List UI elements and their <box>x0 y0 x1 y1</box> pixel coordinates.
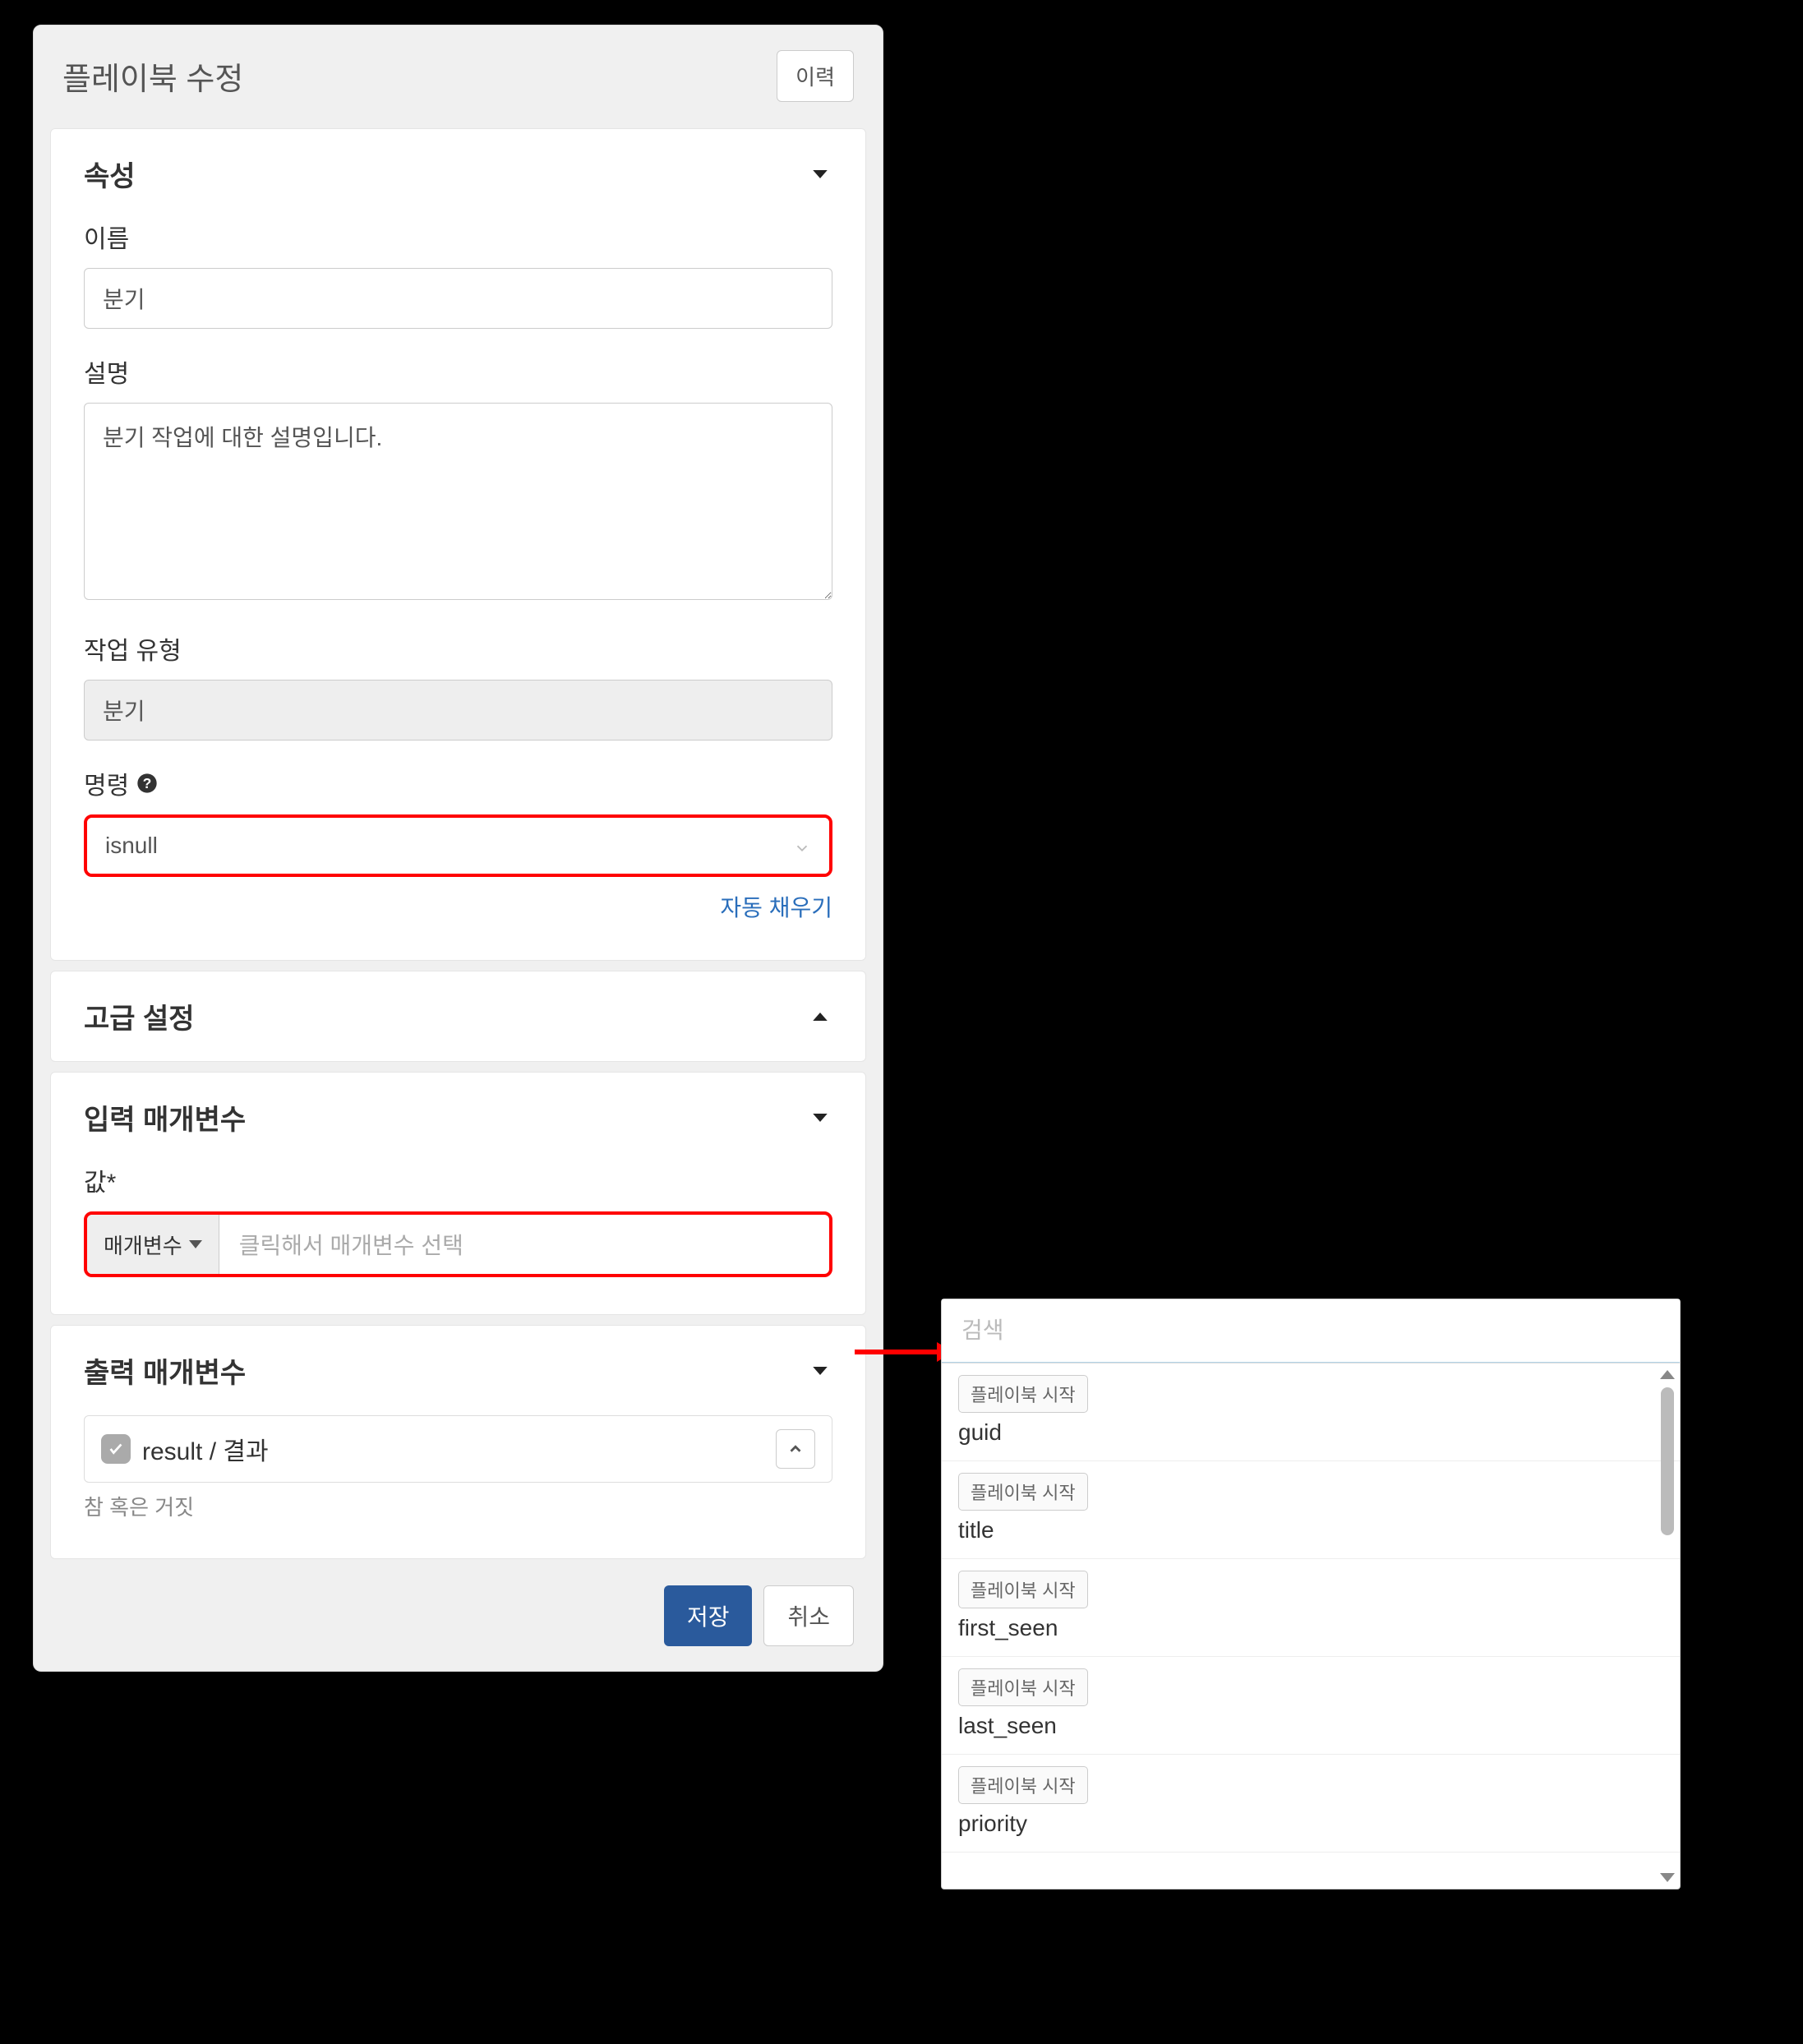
command-label-text: 명령 <box>84 765 129 801</box>
advanced-header[interactable]: 고급 설정 <box>84 996 832 1036</box>
result-name: title <box>958 1517 1663 1543</box>
result-name: last_seen <box>958 1713 1663 1739</box>
param-type-dropdown[interactable]: 매개변수 <box>87 1215 219 1274</box>
collapse-output-button[interactable] <box>776 1429 815 1469</box>
attributes-card: 속성 이름 설명 작업 유형 명령 ? <box>50 128 866 961</box>
param-result-item[interactable]: 플레이북 시작 title <box>942 1461 1680 1559</box>
command-value: isnull <box>105 833 158 859</box>
advanced-card: 고급 설정 <box>50 971 866 1062</box>
name-label: 이름 <box>84 219 832 255</box>
autofill-link[interactable]: 자동 채우기 <box>720 895 832 920</box>
type-field: 작업 유형 <box>84 630 832 741</box>
advanced-title: 고급 설정 <box>84 996 195 1036</box>
name-field: 이름 <box>84 219 832 329</box>
result-badge: 플레이북 시작 <box>958 1375 1088 1413</box>
desc-field: 설명 <box>84 353 832 606</box>
save-button[interactable]: 저장 <box>664 1585 753 1646</box>
cancel-button[interactable]: 취소 <box>763 1585 854 1646</box>
result-badge: 플레이북 시작 <box>958 1473 1088 1511</box>
input-params-card: 입력 매개변수 값* 매개변수 클릭해서 매개변수 선택 <box>50 1072 866 1315</box>
check-icon <box>101 1434 131 1464</box>
output-params-title: 출력 매개변수 <box>84 1350 246 1391</box>
param-result-item[interactable]: 플레이북 시작 first_seen <box>942 1559 1680 1657</box>
svg-text:?: ? <box>143 775 152 791</box>
result-badge: 플레이북 시작 <box>958 1766 1088 1804</box>
param-type-label: 매개변수 <box>104 1230 182 1260</box>
result-badge: 플레이북 시작 <box>958 1571 1088 1608</box>
scroll-up-icon[interactable] <box>1660 1370 1675 1379</box>
attributes-title: 속성 <box>84 154 136 194</box>
result-name: priority <box>958 1811 1663 1837</box>
result-badge: 플레이북 시작 <box>958 1668 1088 1706</box>
panel-title: 플레이북 수정 <box>62 53 243 99</box>
chevron-down-icon <box>808 1105 832 1130</box>
edit-playbook-panel: 플레이북 수정 이력 속성 이름 설명 작업 유형 명령 ? <box>33 25 883 1672</box>
output-result-row: result / 결과 <box>84 1415 832 1483</box>
param-result-list[interactable]: 플레이북 시작 guid 플레이북 시작 title 플레이북 시작 first_seen… <box>942 1363 1680 1889</box>
input-params-title: 입력 매개변수 <box>84 1097 246 1137</box>
type-input <box>84 680 832 741</box>
command-field: 명령 ? isnull 자동 채우기 <box>84 765 832 923</box>
chevron-up-icon <box>808 1004 832 1029</box>
param-search-input[interactable] <box>942 1299 1680 1363</box>
scroll-thumb[interactable] <box>1661 1387 1674 1535</box>
type-label: 작업 유형 <box>84 630 832 667</box>
name-input[interactable] <box>84 268 832 329</box>
chevron-down-icon <box>793 837 811 855</box>
desc-textarea[interactable] <box>84 403 832 600</box>
output-result-name: result / 결과 <box>142 1431 269 1467</box>
input-params-header[interactable]: 입력 매개변수 <box>84 1097 832 1137</box>
value-label: 값* <box>84 1162 832 1198</box>
output-params-card: 출력 매개변수 result / 결과 참 혹은 거짓 <box>50 1325 866 1559</box>
arrow-annotation <box>855 1336 953 1368</box>
chevron-down-icon <box>808 162 832 187</box>
output-result-desc: 참 혹은 거짓 <box>84 1491 832 1521</box>
result-name: guid <box>958 1419 1663 1446</box>
scrollbar[interactable] <box>1655 1363 1680 1889</box>
help-icon[interactable]: ? <box>136 772 159 795</box>
autofill-link-wrap: 자동 채우기 <box>84 890 832 923</box>
caret-down-icon <box>189 1240 202 1248</box>
panel-header: 플레이북 수정 이력 <box>34 25 883 118</box>
param-result-item[interactable]: 플레이북 시작 last_seen <box>942 1657 1680 1755</box>
value-field: 값* 매개변수 클릭해서 매개변수 선택 <box>84 1162 832 1277</box>
output-params-header[interactable]: 출력 매개변수 <box>84 1350 832 1391</box>
output-result-group: result / 결과 참 혹은 거짓 <box>84 1415 832 1521</box>
param-row-highlight: 매개변수 클릭해서 매개변수 선택 <box>84 1211 832 1277</box>
command-select[interactable]: isnull <box>87 818 829 874</box>
result-name: first_seen <box>958 1615 1663 1641</box>
output-result-left: result / 결과 <box>101 1431 269 1467</box>
param-result-item[interactable]: 플레이북 시작 priority <box>942 1755 1680 1853</box>
desc-label: 설명 <box>84 353 832 390</box>
chevron-down-icon <box>808 1359 832 1383</box>
param-select-placeholder[interactable]: 클릭해서 매개변수 선택 <box>219 1215 829 1274</box>
attributes-header[interactable]: 속성 <box>84 154 832 194</box>
history-button[interactable]: 이력 <box>777 50 854 102</box>
command-label: 명령 ? <box>84 765 832 801</box>
scroll-down-icon[interactable] <box>1660 1873 1675 1882</box>
param-search-popup: 플레이북 시작 guid 플레이북 시작 title 플레이북 시작 first_seen… <box>941 1299 1681 1889</box>
param-result-item[interactable]: 플레이북 시작 guid <box>942 1363 1680 1461</box>
footer-buttons: 저장 취소 <box>34 1569 883 1671</box>
command-select-highlight: isnull <box>84 814 832 877</box>
